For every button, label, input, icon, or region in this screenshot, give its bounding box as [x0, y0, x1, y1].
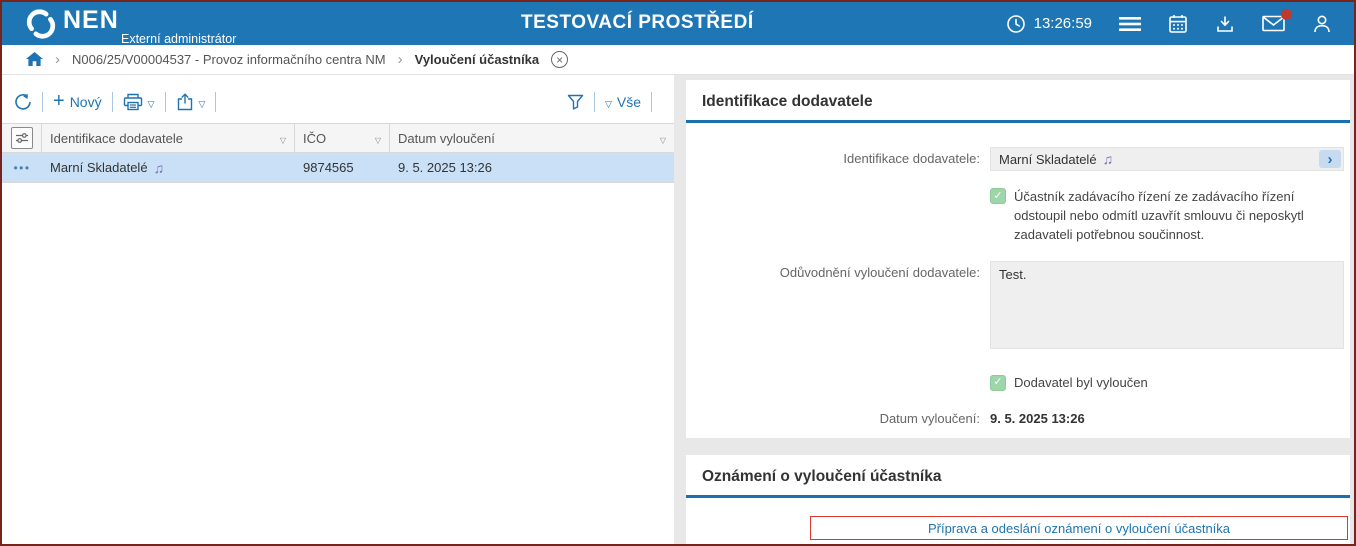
- logo-text: NEN: [63, 6, 119, 34]
- supplier-picker-field[interactable]: Marní Skladatelé: [990, 147, 1344, 171]
- section-title: Oznámení o vyloučení účastníka: [686, 455, 1350, 498]
- toolbar-separator: [42, 92, 43, 112]
- user-icon[interactable]: [1312, 14, 1332, 34]
- breadcrumb-current: Vyloučení účastníka: [414, 52, 540, 67]
- top-bar: NEN Externí administrátor TESTOVACÍ PROS…: [2, 2, 1354, 46]
- user-role-label: Externí administrátor: [121, 32, 237, 46]
- app-window: NEN Externí administrátor TESTOVACÍ PROS…: [0, 0, 1356, 546]
- exclusion-date-value: 9. 5. 2025 13:26: [990, 411, 1085, 427]
- row-actions-icon[interactable]: [2, 161, 42, 175]
- open-detail-chevron-button[interactable]: [1319, 150, 1341, 168]
- export-button[interactable]: [176, 93, 206, 111]
- cell-ico: 9874565: [303, 160, 354, 175]
- supplier-value: Marní Skladatelé: [999, 151, 1097, 167]
- justification-textarea[interactable]: Test.: [990, 260, 1344, 349]
- current-time: 13:26:59: [1033, 15, 1092, 32]
- withdrawal-checkbox-label: Účastník zadávacího řízení ze zadávacího…: [1014, 189, 1304, 242]
- new-button-label: Nový: [69, 94, 102, 110]
- filter-chevron-icon[interactable]: [280, 131, 286, 146]
- toolbar-separator: [215, 92, 217, 112]
- export-dropdown-icon[interactable]: [199, 94, 206, 110]
- section-title: Identifikace dodavatele: [686, 80, 1350, 123]
- column-header-supplier[interactable]: Identifikace dodavatele: [42, 124, 295, 152]
- close-icon[interactable]: [551, 51, 569, 68]
- excluded-checkbox-label: Dodavatel byl vyloučen: [1014, 374, 1148, 390]
- table-row[interactable]: Marní Skladatelé 9874565 9. 5. 2025 13:2…: [2, 153, 674, 183]
- toolbar-separator: [593, 92, 595, 112]
- filter-all-dropdown[interactable]: Vše: [605, 94, 641, 110]
- mail-icon[interactable]: [1262, 9, 1292, 32]
- identification-form: Identifikace dodavatele: Marní Skladatel…: [686, 147, 1350, 426]
- exclusion-date-label: Datum vyloučení:: [879, 411, 980, 427]
- toolbar-separator: [651, 92, 652, 112]
- nen-logo-icon: [26, 7, 56, 39]
- cell-supplier: Marní Skladatelé: [42, 160, 295, 176]
- column-header-ico[interactable]: IČO: [295, 124, 390, 152]
- clock-group: 13:26:59: [1006, 14, 1092, 34]
- breadcrumb-separator: [398, 51, 403, 68]
- new-button[interactable]: Nový: [53, 94, 102, 110]
- list-toolbar: Nový: [2, 85, 674, 119]
- filter-chevron-icon[interactable]: [660, 131, 666, 146]
- filter-chevron-icon[interactable]: [375, 131, 381, 146]
- download-icon[interactable]: [1215, 14, 1235, 34]
- print-dropdown-icon[interactable]: [148, 94, 155, 110]
- filter-button[interactable]: [567, 94, 584, 110]
- exclusions-table: Identifikace dodavatele IČO Datum vylouč…: [2, 123, 674, 183]
- brand: NEN Externí administrátor: [26, 6, 236, 46]
- toolbar-separator: [164, 92, 166, 112]
- music-note-icon: [148, 160, 165, 176]
- column-header-date[interactable]: Datum vyloučení: [390, 124, 674, 152]
- withdrawal-checkbox[interactable]: [990, 188, 1006, 204]
- justification-field-label: Odůvodnění vyloučení dodavatele:: [779, 264, 980, 280]
- clock-icon: [1006, 14, 1026, 34]
- breadcrumb-procedure[interactable]: N006/25/V00004537 - Provoz informačního …: [72, 52, 386, 67]
- print-button[interactable]: [123, 93, 155, 111]
- notification-section: Oznámení o vyloučení účastníka Příprava …: [686, 455, 1350, 544]
- breadcrumb: N006/25/V00004537 - Provoz informačního …: [2, 45, 1354, 75]
- chevron-down-icon: [605, 94, 612, 110]
- refresh-button[interactable]: [14, 93, 32, 111]
- home-icon[interactable]: [26, 52, 43, 67]
- music-note-icon: [1097, 151, 1114, 167]
- filter-all-label: Vše: [616, 94, 641, 110]
- toolbar-separator: [111, 92, 113, 112]
- calendar-icon[interactable]: [1168, 14, 1188, 34]
- prepare-notification-button[interactable]: Příprava a odeslání oznámení o vyloučení…: [810, 516, 1348, 540]
- content-area: Nový: [2, 75, 1354, 544]
- detail-panel: Identifikace dodavatele Identifikace dod…: [674, 75, 1354, 544]
- identification-section: Identifikace dodavatele Identifikace dod…: [686, 80, 1350, 438]
- column-settings-icon[interactable]: [10, 127, 33, 149]
- exclusions-list-panel: Nový: [2, 75, 674, 544]
- cell-date: 9. 5. 2025 13:26: [398, 160, 492, 175]
- excluded-checkbox[interactable]: [990, 374, 1006, 391]
- table-header-row: Identifikace dodavatele IČO Datum vylouč…: [2, 124, 674, 153]
- supplier-field-label: Identifikace dodavatele:: [843, 151, 980, 166]
- notification-dot: [1281, 9, 1292, 20]
- top-actions: 13:26:59: [1006, 2, 1332, 45]
- breadcrumb-separator: [55, 51, 60, 68]
- plus-icon: [53, 94, 65, 110]
- menu-icon[interactable]: [1119, 16, 1141, 32]
- environment-title: TESTOVACÍ PROSTŘEDÍ: [521, 12, 754, 33]
- column-settings-cell: [2, 124, 42, 152]
